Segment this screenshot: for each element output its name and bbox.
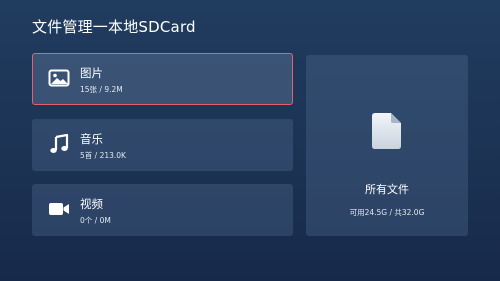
images-category-label: 图片 [80,66,103,80]
music-category-stats: 5首 / 213.0K [80,151,126,160]
video-category-stats: 0个 / 0M [80,216,111,225]
music-category-card[interactable]: 音乐 5首 / 213.0K [32,119,293,171]
video-camera-icon [49,203,69,215]
music-note-icon [50,133,69,153]
document-icon [372,113,401,149]
storage-usage-text: 可用24.5G / 共32.0G [349,208,425,217]
images-category-card[interactable]: 图片 15张 / 9.2M [32,53,293,105]
images-category-stats: 15张 / 9.2M [80,85,123,94]
page-title: 文件管理一本地SDCard [32,18,196,36]
video-category-label: 视频 [80,197,103,211]
all-files-label: 所有文件 [365,183,409,196]
all-files-card[interactable]: 所有文件 可用24.5G / 共32.0G [306,55,468,236]
image-icon [48,69,70,87]
music-category-label: 音乐 [80,132,103,146]
video-category-card[interactable]: 视频 0个 / 0M [32,184,293,236]
